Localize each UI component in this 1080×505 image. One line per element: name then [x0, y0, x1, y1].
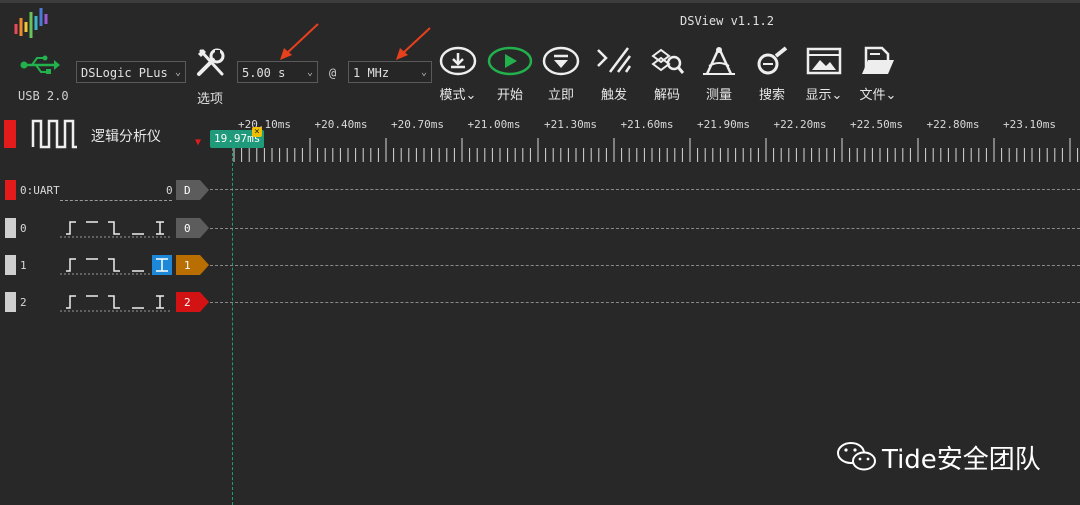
channel-name: 2 [20, 296, 27, 309]
wechat-icon [837, 442, 876, 471]
trigger-setting-icons[interactable] [60, 218, 178, 238]
usb-icon [20, 55, 60, 74]
watermark-text: Tide安全团队 [882, 445, 1041, 475]
app-logo-icon [14, 8, 48, 38]
channel-tag-label: 2 [184, 296, 191, 309]
samplerate-select[interactable]: 1 MHz ⌄ [348, 61, 432, 83]
channel-marker[interactable] [5, 255, 16, 275]
chevron-down-icon: ⌄ [885, 88, 897, 103]
channel-tag-label: 0 [184, 222, 191, 235]
ruler-tick-label: +20.40ms [314, 118, 368, 131]
annotation-arrow-icon [280, 23, 319, 60]
measure-button[interactable]: 测量 [691, 46, 747, 103]
square-wave-icon [31, 119, 77, 149]
search-icon [757, 46, 788, 75]
usb-status-label: USB 2.0 [18, 89, 69, 103]
channel-trace [210, 302, 1080, 303]
trigger-position-icon: ▼ [195, 137, 202, 148]
download-icon [439, 46, 477, 76]
display-label: 显示 [805, 88, 832, 103]
search-label: 搜索 [758, 88, 785, 103]
cursor-line[interactable] [232, 148, 233, 505]
channel-trace [210, 265, 1080, 266]
trigger-setting-icons[interactable] [60, 292, 178, 312]
at-sign: @ [329, 66, 337, 80]
trigger-setting-icons[interactable] [60, 255, 178, 275]
chevron-down-icon: ⌄ [306, 67, 313, 78]
decode-button[interactable]: 解码 [639, 46, 695, 103]
channel-trace [210, 189, 1080, 190]
decode-label: 解码 [653, 88, 680, 103]
ruler-tick-label: +20.70ms [391, 118, 444, 131]
play-icon [487, 46, 533, 76]
analyzer-label: 逻辑分析仪 [91, 129, 161, 145]
channel-marker[interactable] [5, 218, 16, 238]
ruler-tick-label: +22.80ms [926, 118, 980, 131]
device-select[interactable]: DSLogic PLus ⌄ [76, 61, 186, 83]
close-icon[interactable]: × [252, 127, 262, 137]
channel-marker[interactable] [5, 292, 16, 312]
ruler-tick-label: +21.60ms [620, 118, 674, 131]
chevron-down-icon: ⌄ [174, 67, 181, 78]
decode-icon [651, 48, 685, 74]
chevron-down-icon: ⌄ [465, 88, 477, 103]
start-label: 开始 [496, 88, 523, 103]
channel-name: 0 [20, 222, 27, 235]
title-bar [0, 0, 1080, 3]
channel-tag[interactable]: 1 [176, 255, 210, 275]
mode-label: 模式 [439, 88, 466, 103]
instant-label: 立即 [547, 88, 574, 103]
ruler-tick-label: +21.30ms [544, 118, 597, 131]
channel-marker[interactable] [5, 180, 16, 200]
options-label[interactable]: 选项 [197, 88, 223, 107]
ruler-tick-label: +21.00ms [467, 118, 521, 131]
trigger-icon [597, 47, 632, 73]
measure-label: 测量 [705, 88, 732, 103]
file-button[interactable]: 文件⌄ [850, 46, 906, 103]
display-icon [806, 47, 842, 75]
file-icon [862, 46, 894, 74]
channel-name: 0:UART [20, 184, 60, 197]
channel-tag-label: 1 [184, 259, 191, 272]
annotation-arrow-icon [396, 27, 431, 60]
device-select-value: DSLogic PLus [81, 66, 168, 80]
file-label: 文件 [859, 88, 886, 103]
channel-tag[interactable]: 2 [176, 292, 210, 312]
duration-select-value: 5.00 s [242, 66, 286, 80]
instant-button[interactable]: 立即 [533, 46, 589, 103]
ruler-tick-label: +22.20ms [773, 118, 827, 131]
channel-tag[interactable]: 0 [176, 218, 210, 238]
duration-select[interactable]: 5.00 s ⌄ [237, 61, 318, 83]
chevron-down-icon: ⌄ [831, 88, 843, 103]
ruler-tick-label: +23.10ms [1003, 118, 1056, 131]
channel-value: 0 [166, 184, 173, 197]
channel-tag[interactable]: D [176, 180, 210, 200]
trigger-label: 触发 [600, 88, 627, 103]
start-button[interactable]: 开始 [482, 46, 538, 103]
trigger-button[interactable]: 触发 [586, 46, 642, 103]
ruler-tick-label: +21.90ms [697, 118, 750, 131]
display-button[interactable]: 显示⌄ [796, 46, 852, 103]
chevron-down-icon: ⌄ [420, 67, 427, 78]
search-button[interactable]: 搜索 [744, 46, 800, 103]
channel-tag-label: D [184, 184, 191, 197]
channel-name: 1 [20, 259, 27, 272]
instant-icon [542, 46, 580, 76]
samplerate-select-value: 1 MHz [353, 66, 390, 80]
measure-icon [703, 47, 735, 75]
channel-trace [210, 228, 1080, 229]
mode-button[interactable]: 模式⌄ [430, 46, 486, 103]
analyzer-marker [4, 120, 16, 148]
window-title: DSView v1.1.2 [680, 14, 774, 28]
tools-icon[interactable] [195, 47, 227, 79]
decoder-underline [60, 200, 172, 201]
ruler-tick-label: +22.50ms [850, 118, 903, 131]
